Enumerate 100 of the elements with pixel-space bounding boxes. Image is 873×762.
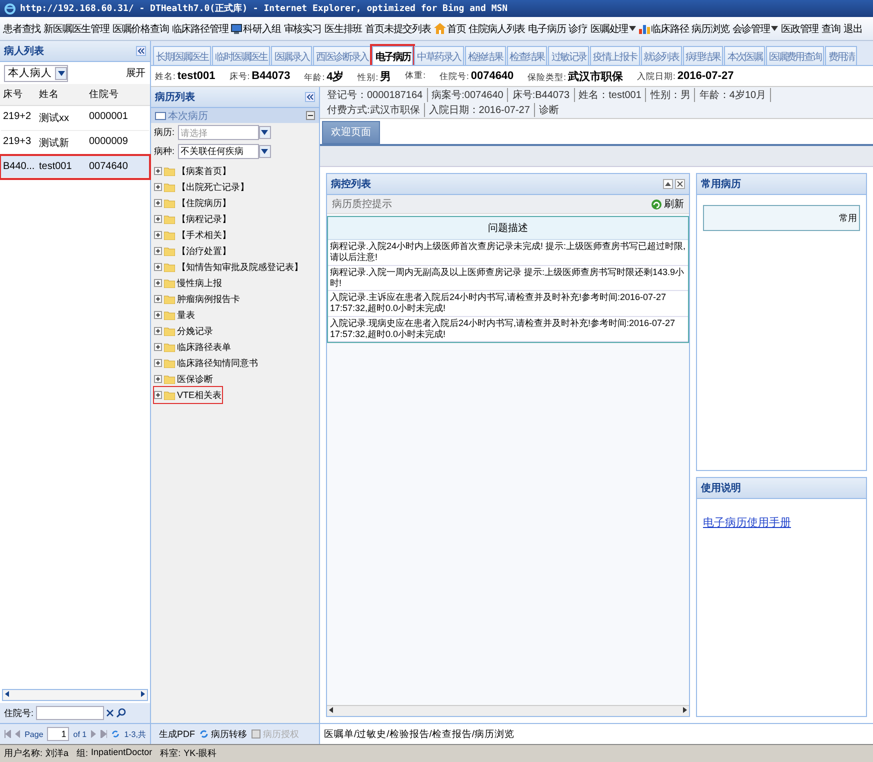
bar-chart-icon <box>639 23 650 34</box>
expand-box-icon[interactable] <box>154 359 162 367</box>
tab[interactable]: 临时医嘱医生 <box>212 46 270 65</box>
menu-item[interactable]: 住院病人列表 <box>468 20 526 38</box>
tree-item[interactable]: 【病程记录】 <box>154 211 231 227</box>
tree-item[interactable]: 肿瘤病例报告卡 <box>154 291 240 307</box>
expand-box-icon[interactable] <box>154 279 162 287</box>
menu-item[interactable]: 病历浏览 <box>690 20 730 38</box>
select-field[interactable]: 不关联任何疾病 <box>178 144 259 159</box>
patient-row[interactable]: 219+2 测试xx 0000001 <box>1 106 149 131</box>
action-button[interactable]: 生成PDF <box>159 728 195 740</box>
horizontal-scrollbar[interactable] <box>327 705 689 716</box>
expand-box-icon[interactable] <box>154 375 162 383</box>
close-icon[interactable] <box>675 179 685 189</box>
tab[interactable]: 就诊列表 <box>640 46 682 65</box>
menu-item[interactable]: 医嘱价格查询 <box>111 20 170 38</box>
expand-box-icon[interactable] <box>154 263 162 271</box>
tree-item[interactable]: 【手术相关】 <box>154 227 231 243</box>
menu-item[interactable]: 退出 <box>842 20 864 38</box>
clear-icon[interactable] <box>106 709 114 717</box>
tab[interactable]: 医嘱费用查询 <box>766 46 824 65</box>
search-icon[interactable] <box>116 708 126 718</box>
tree-item[interactable]: 【治疗处置】 <box>154 243 231 259</box>
dropdown-button[interactable] <box>258 145 271 158</box>
menu-item[interactable]: 诊疗 <box>568 20 589 38</box>
scroll-right-icon[interactable] <box>681 706 689 714</box>
subtitle: 病历质控提示 <box>332 198 392 211</box>
footer-links[interactable]: 医嘱单/过敏史/检验报告/检查报告/病历浏览 <box>324 728 515 740</box>
tab[interactable]: 疫情上报卡 <box>590 46 640 65</box>
tab[interactable]: 本次医嘱 <box>724 46 766 65</box>
expand-button[interactable]: 展开 <box>125 64 146 82</box>
caret-icon <box>261 130 268 135</box>
tab[interactable]: 中草药录入 <box>414 46 464 65</box>
expand-box-icon[interactable] <box>154 247 162 255</box>
tab[interactable]: 长期医嘱医生 <box>153 46 212 65</box>
scroll-right-icon[interactable] <box>139 690 147 698</box>
tab[interactable]: 病理结果 <box>682 46 724 65</box>
tree-item[interactable]: 分娩记录 <box>154 323 213 339</box>
tree-item[interactable]: 临床路径知情同意书 <box>154 355 258 371</box>
tab[interactable]: 过敏记录 <box>548 46 590 65</box>
expand-box-icon[interactable] <box>154 391 162 399</box>
search-field[interactable] <box>36 706 104 720</box>
menu-item[interactable]: 患者查找 <box>2 20 42 38</box>
dropdown-button[interactable] <box>55 66 67 80</box>
collapse-icon[interactable] <box>136 46 146 56</box>
scroll-left-icon[interactable] <box>327 706 335 714</box>
horizontal-scrollbar[interactable] <box>2 689 148 701</box>
dropdown-button[interactable] <box>258 126 271 139</box>
expand-box-icon[interactable] <box>154 327 162 335</box>
tab[interactable]: 电子病历 <box>372 46 414 65</box>
expand-box-icon[interactable] <box>154 231 162 239</box>
collapse-up-icon[interactable] <box>663 179 673 189</box>
tree-item[interactable]: 【病案首页】 <box>154 163 231 179</box>
scroll-left-icon[interactable] <box>3 690 11 698</box>
page-field[interactable]: 1 <box>47 727 70 741</box>
collapse-icon[interactable] <box>305 92 315 102</box>
menu-item[interactable]: 科研入组 <box>230 20 282 38</box>
expand-box-icon[interactable] <box>154 183 162 191</box>
home-icon <box>434 23 446 34</box>
tree-item[interactable]: 医保诊断 <box>154 371 213 387</box>
tree-item[interactable]: 【知情告知审批及院感登记表】 <box>154 259 303 275</box>
select-field[interactable]: 请选择 <box>178 125 259 140</box>
menu-item[interactable]: 新医嘱医生管理 <box>42 20 110 38</box>
tab[interactable]: 医嘱录入 <box>271 46 312 65</box>
menu-item[interactable]: 医政管理 <box>780 20 820 38</box>
tree-item[interactable]: VTE相关表 <box>154 387 222 403</box>
menu-item[interactable]: 临床路径 <box>638 20 690 38</box>
expand-box-icon[interactable] <box>154 199 162 207</box>
refresh-icon[interactable] <box>111 729 120 739</box>
tree-item[interactable]: 【住院病历】 <box>154 195 231 211</box>
minimize-icon[interactable] <box>306 111 315 120</box>
menu-item[interactable]: 临床路径管理 <box>170 20 230 38</box>
caret-icon <box>770 26 778 31</box>
action-button[interactable]: 病历转移 <box>199 728 247 740</box>
refresh-button[interactable]: 刷新 <box>651 197 684 211</box>
menu-item[interactable]: 会诊管理 <box>731 20 779 38</box>
expand-box-icon[interactable] <box>154 343 162 351</box>
tab[interactable]: 检查结果 <box>506 46 548 65</box>
tab[interactable]: 检验结果 <box>464 46 506 65</box>
menu-item[interactable]: 首页 <box>432 20 467 38</box>
tab[interactable]: 费用清 <box>825 46 858 65</box>
expand-box-icon[interactable] <box>154 311 162 319</box>
filter-dropdown[interactable]: 本人病人 <box>4 64 68 82</box>
manual-link[interactable]: 电子病历使用手册 <box>703 515 860 530</box>
menu-item[interactable]: 审核实习 <box>282 20 322 38</box>
expand-box-icon[interactable] <box>154 167 162 175</box>
tree-item[interactable]: 慢性病上报 <box>154 275 222 291</box>
tree-item[interactable]: 量表 <box>154 307 195 323</box>
info-item: 诊断 <box>538 104 560 117</box>
menu-item[interactable]: 电子病历 <box>527 20 567 38</box>
tree-item[interactable]: 临床路径表单 <box>154 339 231 355</box>
tree-item[interactable]: 【出院死亡记录】 <box>154 179 249 195</box>
menu-item[interactable]: 医生排班 <box>323 20 364 38</box>
menu-item[interactable]: 医嘱处理 <box>590 20 638 38</box>
expand-box-icon[interactable] <box>154 295 162 303</box>
menu-item[interactable]: 查询 <box>820 20 842 38</box>
expand-box-icon[interactable] <box>154 215 162 223</box>
patient-row[interactable]: B440... test001 0074640 <box>1 156 149 178</box>
menu-item[interactable]: 首页未提交列表 <box>364 20 432 38</box>
tab[interactable]: 西医诊断录入 <box>313 46 372 65</box>
